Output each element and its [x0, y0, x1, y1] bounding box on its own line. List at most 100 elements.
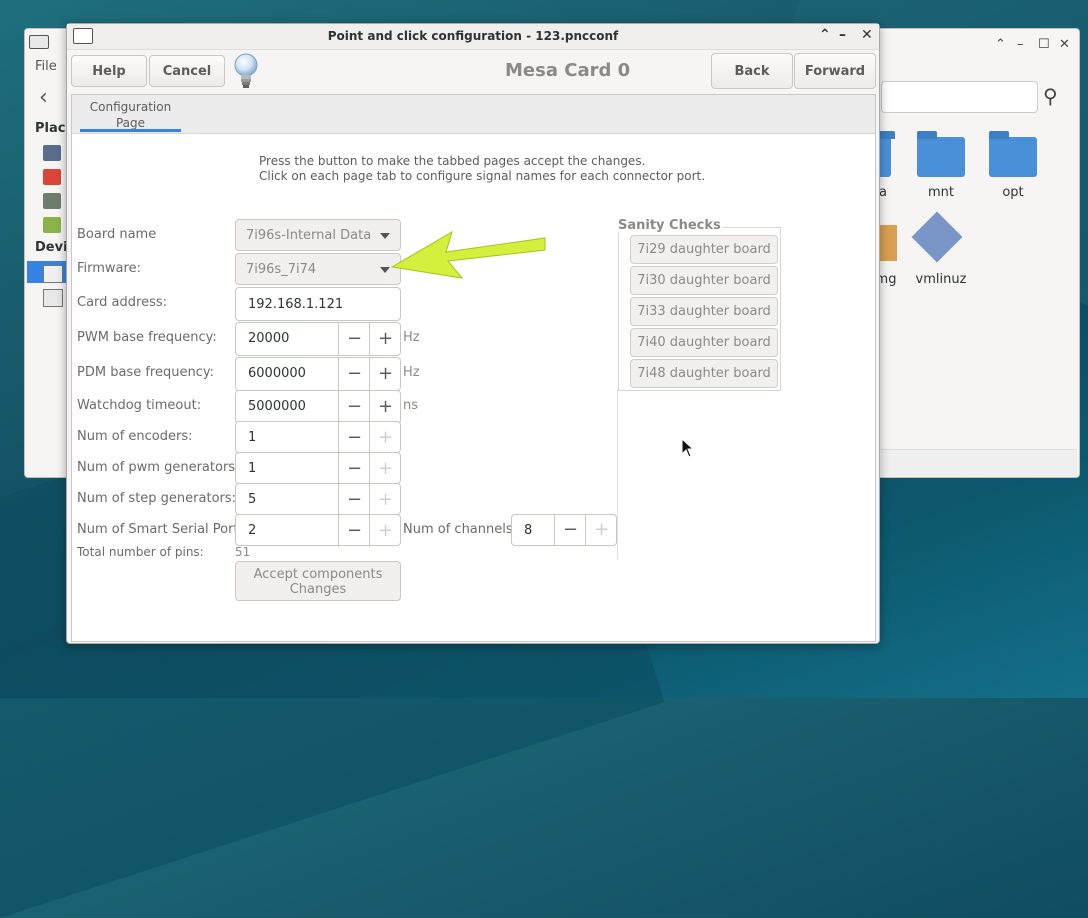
- back-button[interactable]: Back: [711, 53, 793, 89]
- help-button[interactable]: Help: [71, 55, 147, 87]
- sanity-checks-title: Sanity Checks: [618, 218, 723, 233]
- daughter-board-button[interactable]: 7i29 daughter board: [630, 235, 778, 264]
- disk-icon[interactable]: [43, 265, 63, 283]
- watchdog-spinner[interactable]: 5000000 − +: [235, 390, 401, 424]
- spinner-value: 1: [248, 461, 257, 476]
- increment-button[interactable]: +: [369, 515, 401, 547]
- chevron-up-icon[interactable]: ⌃: [819, 27, 831, 43]
- smart-serial-spinner[interactable]: 2 − +: [235, 514, 401, 547]
- increment-button[interactable]: +: [369, 453, 401, 485]
- minimize-icon[interactable]: –: [839, 27, 846, 43]
- notebook-panel: Configuration Page Press the button to m…: [71, 94, 876, 642]
- increment-button[interactable]: +: [369, 323, 401, 355]
- decrement-button[interactable]: −: [338, 323, 370, 355]
- card-address-field[interactable]: 192.168.1.121: [235, 287, 401, 321]
- unit-label: ns: [403, 398, 419, 413]
- channels-label: Num of channels:: [403, 522, 518, 537]
- daughter-board-button[interactable]: 7i30 daughter board: [630, 266, 778, 295]
- folder-icon[interactable]: [989, 131, 1037, 177]
- board-name-combo[interactable]: 7i96s-Internal Data: [235, 219, 401, 251]
- desktop-icon[interactable]: [43, 193, 61, 209]
- dropdown-arrow-icon: [380, 267, 390, 273]
- chevron-up-icon[interactable]: ⌃: [995, 37, 1006, 52]
- file-label: vmlinuz: [915, 272, 967, 287]
- spinner-value: 5000000: [248, 399, 306, 414]
- increment-button[interactable]: +: [585, 515, 617, 545]
- unit-label: Hz: [403, 365, 420, 380]
- mouse-cursor-icon: [681, 438, 695, 458]
- pwm-generators-spinner[interactable]: 1 − +: [235, 452, 401, 485]
- decrement-button[interactable]: −: [554, 515, 586, 545]
- disk-icon[interactable]: [43, 289, 63, 307]
- minimize-icon[interactable]: –: [1017, 37, 1024, 52]
- step-generators-label: Num of step generators:: [77, 491, 237, 506]
- dropdown-arrow-icon: [380, 233, 390, 239]
- tab-configuration-page[interactable]: Configuration Page: [80, 95, 181, 133]
- folder-label: opt: [1002, 185, 1024, 200]
- decrement-button[interactable]: −: [338, 515, 370, 547]
- lightbulb-icon: [234, 53, 258, 88]
- folder-icon[interactable]: [917, 131, 965, 177]
- spinner-value: 5: [248, 492, 257, 507]
- tab-bar: Configuration Page: [72, 95, 875, 134]
- tab-active-indicator: [80, 129, 181, 132]
- encoders-spinner[interactable]: 1 − +: [235, 421, 401, 454]
- sidebar-devices-heading: Devi: [35, 240, 68, 255]
- accept-label-line: Changes: [289, 582, 347, 597]
- increment-button[interactable]: +: [369, 391, 401, 423]
- forward-button[interactable]: Forward: [794, 53, 876, 89]
- channels-spinner[interactable]: 8 − +: [511, 514, 617, 546]
- spinner-value: 1: [248, 430, 257, 445]
- daughter-board-button[interactable]: 7i40 daughter board: [630, 328, 778, 357]
- spinner-value: 6000000: [248, 366, 306, 381]
- accept-changes-button[interactable]: Accept components Changes: [235, 561, 401, 601]
- instruction-line: Click on each page tab to configure sign…: [259, 169, 706, 183]
- daughter-board-button[interactable]: 7i48 daughter board: [630, 359, 778, 388]
- search-icon[interactable]: ⚲: [1043, 84, 1058, 108]
- search-input[interactable]: [881, 81, 1038, 113]
- pwm-frequency-spinner[interactable]: 20000 − +: [235, 322, 401, 356]
- maximize-icon[interactable]: ☐: [1038, 37, 1050, 52]
- computer-icon[interactable]: [43, 145, 61, 161]
- instruction-line: Press the button to make the tabbed page…: [259, 154, 646, 168]
- annotation-arrow-icon: [390, 230, 546, 279]
- unit-label: Hz: [403, 330, 420, 345]
- spinner-value: 2: [248, 523, 257, 538]
- total-pins-label: Total number of pins:: [77, 545, 204, 559]
- trash-icon[interactable]: [43, 217, 61, 233]
- decrement-button[interactable]: −: [338, 391, 370, 423]
- firmware-label: Firmware:: [77, 261, 141, 276]
- close-icon[interactable]: ✕: [1059, 37, 1070, 52]
- accept-label-line: Accept components: [253, 567, 383, 582]
- step-generators-spinner[interactable]: 5 − +: [235, 483, 401, 516]
- pdm-frequency-label: PDM base frequency:: [77, 365, 214, 380]
- folder-label: mnt: [928, 185, 954, 200]
- increment-button[interactable]: +: [369, 484, 401, 516]
- decrement-button[interactable]: −: [338, 484, 370, 516]
- increment-button[interactable]: +: [369, 422, 401, 454]
- page-title: Mesa Card 0: [505, 60, 631, 81]
- pwm-generators-label: Num of pwm generators:: [77, 460, 240, 475]
- separator: [617, 389, 618, 559]
- cancel-button[interactable]: Cancel: [149, 55, 225, 87]
- file-manager-sidebar: File ‹ Place Devi: [25, 29, 74, 477]
- close-icon[interactable]: ✕: [861, 27, 873, 43]
- firmware-combo[interactable]: 7i96s_7i74: [235, 253, 401, 285]
- back-arrow-icon[interactable]: ‹: [39, 85, 48, 110]
- instructions: Press the button to make the tabbed page…: [259, 154, 705, 184]
- decrement-button[interactable]: −: [338, 358, 370, 390]
- kernel-file-icon[interactable]: [911, 211, 963, 263]
- decrement-button[interactable]: −: [338, 453, 370, 485]
- status-strip: [881, 449, 1077, 476]
- home-icon[interactable]: [43, 169, 61, 185]
- watchdog-label: Watchdog timeout:: [77, 398, 202, 413]
- pwm-frequency-label: PWM base frequency:: [77, 330, 217, 345]
- pdm-frequency-spinner[interactable]: 6000000 − +: [235, 357, 401, 391]
- daughter-board-button[interactable]: 7i33 daughter board: [630, 297, 778, 326]
- card-address-label: Card address:: [77, 295, 167, 310]
- spinner-value: 8: [524, 523, 533, 538]
- increment-button[interactable]: +: [369, 358, 401, 390]
- window-title: Point and click configuration - 123.pncc…: [327, 29, 619, 43]
- menu-file[interactable]: File: [35, 59, 57, 74]
- decrement-button[interactable]: −: [338, 422, 370, 454]
